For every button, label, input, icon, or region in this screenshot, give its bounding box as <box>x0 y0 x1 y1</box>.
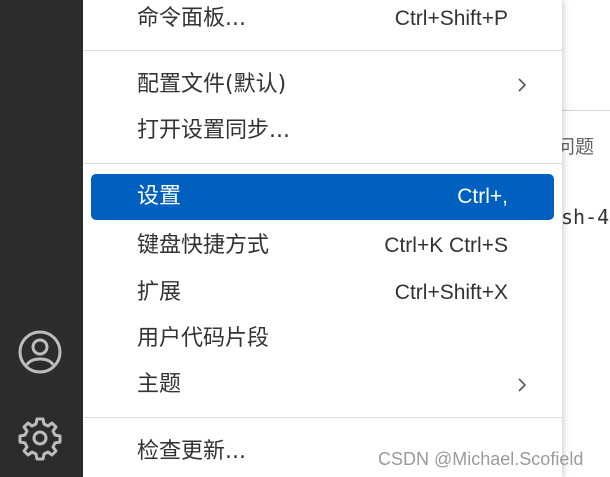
menu-item-label: 键盘快捷方式 <box>137 233 270 258</box>
activity-bar <box>0 0 83 477</box>
settings-gear-icon[interactable] <box>17 415 63 461</box>
account-icon[interactable] <box>17 329 63 375</box>
menu-item-theme[interactable]: 主题 <box>91 362 554 408</box>
menu-item-label: 打开设置同步... <box>137 118 290 143</box>
code-fragment: sh-4 <box>561 205 610 229</box>
menu-separator <box>83 417 562 418</box>
menu-item-extensions[interactable]: 扩展 Ctrl+Shift+X <box>91 270 554 316</box>
menu-item-label: 命令面板... <box>137 6 246 31</box>
menu-item-keyboard-shortcuts[interactable]: 键盘快捷方式 Ctrl+K Ctrl+S <box>91 223 554 269</box>
menu-item-label: 检查更新... <box>137 439 246 464</box>
menu-item-settings[interactable]: 设置 Ctrl+, <box>91 174 554 220</box>
menu-item-shortcut: Ctrl+, <box>457 185 508 208</box>
menu-item-settings-sync[interactable]: 打开设置同步... <box>91 108 554 154</box>
panel-divider <box>560 110 610 111</box>
menu-item-label: 主题 <box>137 372 182 397</box>
menu-separator <box>83 50 562 51</box>
menu-item-user-snippets[interactable]: 用户代码片段 <box>91 316 554 362</box>
menu-separator <box>83 163 562 164</box>
menu-item-shortcut: Ctrl+Shift+X <box>394 281 508 304</box>
manage-menu: 命令面板... Ctrl+Shift+P 配置文件(默认) 打开设置同步... … <box>83 0 562 477</box>
menu-item-label: 用户代码片段 <box>137 326 270 351</box>
chevron-right-icon <box>514 77 530 93</box>
menu-item-profile[interactable]: 配置文件(默认) <box>91 62 554 108</box>
watermark: CSDN @Michael.Scofield <box>378 449 584 469</box>
menu-item-command-palette[interactable]: 命令面板... Ctrl+Shift+P <box>91 0 554 42</box>
menu-item-label: 设置 <box>137 184 182 209</box>
menu-item-label: 配置文件(默认) <box>137 72 287 97</box>
chevron-right-icon <box>514 377 530 393</box>
menu-item-shortcut: Ctrl+Shift+P <box>394 7 508 30</box>
menu-item-label: 扩展 <box>137 280 182 305</box>
menu-item-shortcut: Ctrl+K Ctrl+S <box>384 234 508 257</box>
